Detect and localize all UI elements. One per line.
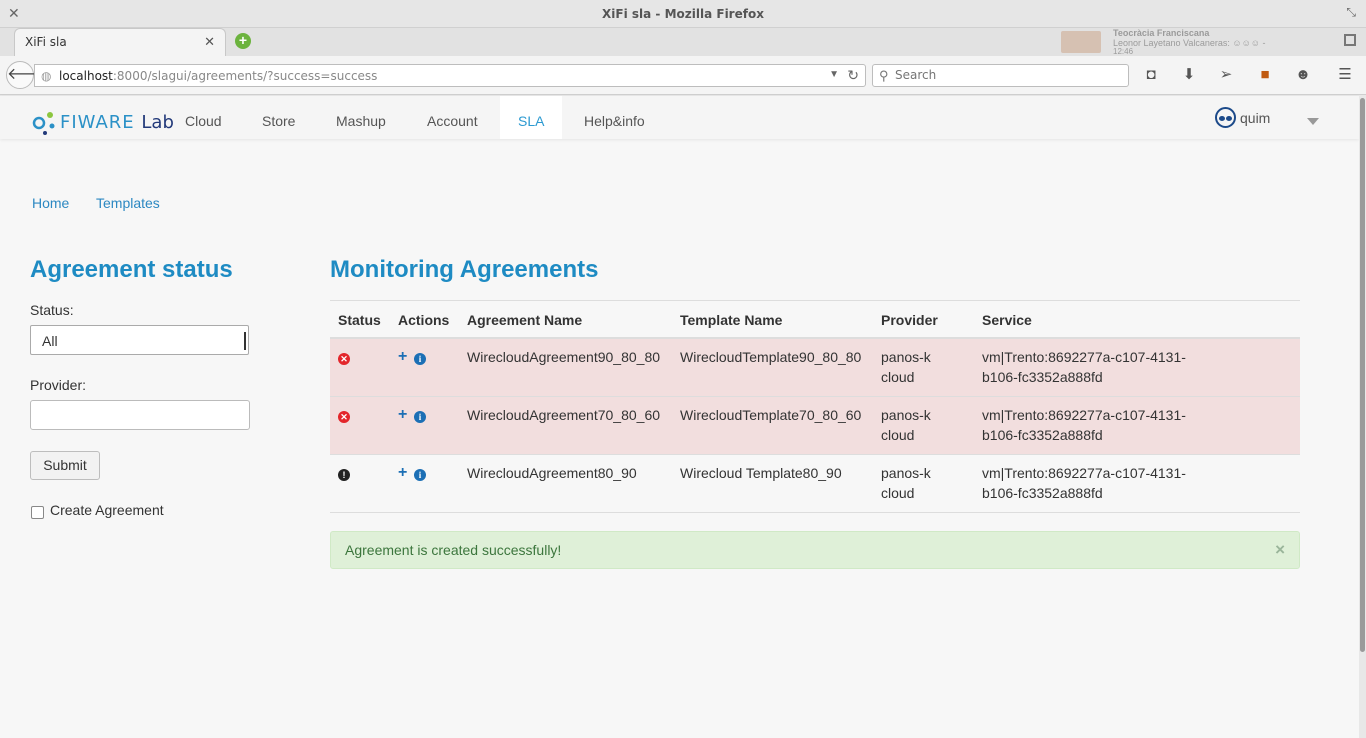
back-button[interactable]: 🡐 [6,61,50,89]
browser-tab[interactable]: XiFi sla ✕ [14,28,226,56]
template-name: WirecloudTemplate90_80_80 [680,349,862,365]
agreements-table: Status Actions Agreement Name Template N… [330,300,1300,513]
extension-icon[interactable]: ■ [1255,65,1275,85]
top-navigation: FIWARE Lab Cloud Store Mashup Account SL… [0,96,1359,139]
user-avatar-icon [1215,107,1236,128]
tab-close-icon[interactable]: ✕ [204,34,215,50]
template-name: WirecloudTemplate70_80_60 [680,407,862,423]
globe-icon: ◍ [41,69,52,83]
search-icon: ⚲ [879,68,889,83]
col-status: Status [338,312,381,328]
send-icon[interactable]: ➢ [1216,65,1236,85]
status-select[interactable]: All [30,325,249,355]
error-status-icon: ✕ [338,353,350,365]
table-header: Status Actions Agreement Name Template N… [330,300,1300,339]
new-tab-icon[interactable]: + [235,33,251,49]
chat-icon[interactable]: ☻ [1293,65,1313,85]
scrollbar-thumb[interactable] [1360,98,1365,652]
col-service: Service [982,312,1032,328]
close-icon[interactable]: × [1275,540,1285,560]
provider: panos-k cloud [881,407,931,443]
warning-status-icon: ! [338,469,350,481]
add-icon[interactable]: + [398,349,407,365]
nav-store[interactable]: Store [244,96,313,139]
search-input[interactable] [895,68,1115,82]
reload-icon[interactable]: ↻ [847,67,859,84]
window-maximize-icon[interactable]: ⤡ [1346,5,1356,20]
nav-account[interactable]: Account [409,96,496,139]
address-url: localhost:8000/slagui/agreements/?succes… [59,69,378,83]
create-agreement-label[interactable]: Create Agreement [50,502,164,518]
table-row: ! + i WirecloudAgreement80_90 Wirecloud … [330,455,1300,513]
nav-cloud[interactable]: Cloud [167,96,240,139]
breadcrumb-templates[interactable]: Templates [96,195,160,211]
page-scrollbar[interactable] [1359,96,1366,738]
submit-button[interactable]: Submit [30,451,100,480]
provider: panos-k cloud [881,465,931,501]
add-icon[interactable]: + [398,465,407,481]
notification-time: 12:46 [1113,47,1134,56]
col-agreement-name: Agreement Name [467,312,583,328]
tab-title: XiFi sla [25,35,67,49]
notification-body: Leonor Layetano Valcaneras: ☺☺☺ - [1113,38,1266,48]
service: vm|Trento:8692277a-c107-4131- b106-fc3352… [982,465,1186,501]
search-bar[interactable]: ⚲ [872,64,1129,87]
info-icon[interactable]: i [414,411,426,423]
address-bar[interactable]: ◍ localhost:8000/slagui/agreements/?succ… [34,64,866,87]
status-select-value: All [42,333,58,349]
provider-label: Provider: [30,377,87,393]
add-icon[interactable]: + [398,407,407,423]
chevron-down-icon[interactable] [1307,118,1319,125]
tab-bar: XiFi sla ✕ + Teocràcia Franciscana Leono… [0,28,1366,56]
col-actions: Actions [398,312,450,328]
error-status-icon: ✕ [338,411,350,423]
table-row: ✕ + i WirecloudAgreement70_80_60 Wireclo… [330,397,1300,455]
fiware-logo-icon [32,112,55,135]
service: vm|Trento:8692277a-c107-4131- b106-fc3352… [982,407,1186,443]
table-row: ✕ + i WirecloudAgreement90_80_80 Wireclo… [330,339,1300,397]
window-title: XiFi sla - Mozilla Firefox [602,7,764,21]
notification-title: Teocràcia Franciscana [1113,28,1210,38]
info-icon[interactable]: i [414,353,426,365]
notification-popup[interactable]: Teocràcia Franciscana Leonor Layetano Va… [1055,28,1335,56]
pocket-icon[interactable]: ◘ [1141,65,1161,85]
nav-help-info[interactable]: Help&info [566,96,663,139]
page: FIWARE Lab Cloud Store Mashup Account SL… [0,96,1359,738]
create-agreement-checkbox[interactable] [31,506,44,519]
status-label: Status: [30,302,74,318]
browser-navbar: 🡐 ◍ localhost:8000/slagui/agreements/?su… [0,56,1366,95]
col-provider: Provider [881,312,938,328]
download-icon[interactable]: ⬇ [1179,65,1199,85]
info-icon[interactable]: i [414,469,426,481]
select-arrow-icon [242,332,246,350]
logo-text: FIWARE Lab [60,112,174,133]
service: vm|Trento:8692277a-c107-4131- b106-fc3352… [982,349,1186,385]
alert-message: Agreement is created successfully! [345,542,562,558]
window-titlebar: ✕ XiFi sla - Mozilla Firefox ⤡ [0,0,1366,28]
agreement-name: WirecloudAgreement90_80_80 [467,349,661,365]
agreement-name: WirecloudAgreement70_80_60 [467,407,661,423]
menu-icon[interactable]: ☰ [1335,65,1355,85]
notification-thumbnail [1061,31,1101,53]
success-alert: Agreement is created successfully! × [330,531,1300,569]
provider-input[interactable] [30,400,250,430]
col-template-name: Template Name [680,312,783,328]
breadcrumb-home[interactable]: Home [32,195,69,211]
main-title: Monitoring Agreements [330,256,599,283]
url-dropdown-icon[interactable]: ▼ [829,69,839,80]
tab-grid-icon[interactable] [1344,34,1356,46]
user-name: quim [1240,110,1271,126]
provider: panos-k cloud [881,349,931,385]
sidebar-title: Agreement status [30,256,233,283]
agreement-name: WirecloudAgreement80_90 [467,465,637,481]
nav-mashup[interactable]: Mashup [318,96,404,139]
nav-sla[interactable]: SLA [500,96,563,139]
template-name: Wirecloud Template80_90 [680,465,842,481]
